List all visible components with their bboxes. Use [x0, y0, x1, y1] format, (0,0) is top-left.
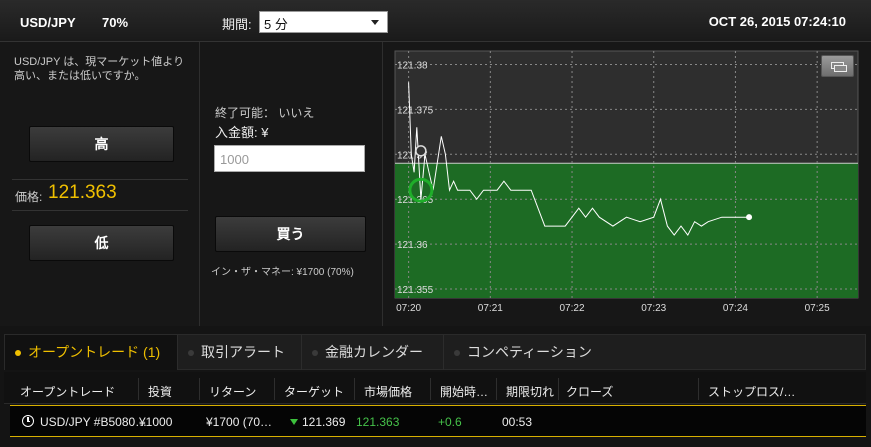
period-select[interactable]: 5 分: [259, 11, 388, 33]
y-tick-label: 121.38: [397, 60, 428, 71]
amount-label: 入金額: ¥: [215, 125, 269, 140]
low-button[interactable]: 低: [29, 225, 174, 261]
tab-open-trades[interactable]: オープントレード (1): [5, 335, 177, 370]
dot-icon: [454, 350, 460, 356]
dot-icon: [15, 350, 21, 356]
period-select-value: 5 分: [264, 17, 288, 32]
chart-expand-button[interactable]: [821, 55, 854, 77]
y-tick-label: 121.375: [397, 105, 434, 116]
x-tick-label: 07:20: [396, 303, 421, 314]
chart-svg: 121.38121.375121.37121.365121.36121.3550…: [394, 50, 859, 314]
top-bar: USD/JPY 70% 期間: 5 分 OCT 26, 2015 07:24:1…: [0, 0, 871, 42]
x-tick-label: 07:22: [560, 303, 585, 314]
trades-table-header: オープントレード 投資 リターン ターゲット 市場価格 開始時… 期限切れ クロ…: [4, 372, 866, 404]
divider: [430, 378, 431, 400]
tab-label: 取引アラート: [201, 344, 285, 360]
tab-label: 金融カレンダー: [325, 344, 423, 360]
column-header[interactable]: 投資: [148, 383, 172, 400]
column-header[interactable]: クローズ: [566, 383, 613, 400]
column-header[interactable]: ターゲット: [284, 383, 344, 400]
divider: [354, 378, 355, 400]
trade-expiry: 00:53: [502, 415, 533, 429]
column-header[interactable]: リターン: [209, 383, 256, 400]
price-label: 価格:: [15, 190, 43, 204]
trade-market-price: 121.363: [356, 415, 400, 429]
divider: [698, 378, 699, 400]
trade-open-change: +0.6: [438, 415, 462, 429]
divider: [12, 210, 188, 211]
column-header[interactable]: 市場価格: [364, 383, 412, 400]
trade-return: ¥1700 (70…: [206, 415, 273, 429]
tab-label: コンペティーション: [467, 344, 592, 360]
dot-icon: [312, 350, 318, 356]
server-datetime: OCT 26, 2015 07:24:10: [708, 14, 846, 29]
column-header[interactable]: オープントレード: [20, 383, 115, 400]
entry-marker: [415, 145, 427, 157]
y-tick-label: 121.36: [397, 240, 428, 251]
dot-icon: [188, 350, 194, 356]
order-panel: 終了可能： いいえ 入金額: ¥ 1000 買う イン・ザ・マネー: ¥1700…: [200, 42, 383, 326]
chevron-down-icon: [371, 20, 379, 25]
column-header[interactable]: 期限切れ: [506, 383, 554, 400]
last-point-marker: [746, 214, 753, 221]
buy-button[interactable]: 買う: [215, 216, 366, 252]
x-tick-label: 07:23: [641, 303, 666, 314]
arrow-down-icon: [290, 419, 298, 425]
x-tick-label: 07:24: [723, 303, 748, 314]
divider: [274, 378, 275, 400]
table-row[interactable]: USD/JPY #B5080… ¥1000 ¥1700 (70… 121.369…: [10, 405, 866, 437]
asset-pair: USD/JPY: [20, 15, 76, 30]
tab-economic-calendar[interactable]: 金融カレンダー: [301, 335, 443, 370]
x-tick-label: 07:21: [478, 303, 503, 314]
direction-question: USD/JPY は、現マーケット値より高い、または低いですか。: [14, 56, 185, 82]
divider: [496, 378, 497, 400]
divider: [558, 378, 559, 400]
bottom-tabs: オープントレード (1) 取引アラート 金融カレンダー コンペティーション: [4, 334, 866, 370]
clock-icon: [22, 415, 34, 427]
column-header[interactable]: ストップロス/…: [708, 383, 795, 400]
payout-percent: 70%: [102, 15, 129, 30]
column-header[interactable]: 開始時…: [440, 383, 488, 400]
amount-input[interactable]: 1000: [214, 145, 365, 172]
y-tick-label: 121.355: [397, 285, 434, 296]
trade-investment: ¥1000: [139, 415, 173, 429]
trade-target: 121.369: [302, 415, 346, 429]
divider: [12, 179, 188, 180]
divider: [199, 378, 200, 400]
high-button[interactable]: 高: [29, 126, 174, 162]
in-the-money-note: イン・ザ・マネー: ¥1700 (70%): [211, 267, 354, 278]
divider: [138, 378, 139, 400]
tab-label: オープントレード (1): [28, 344, 161, 360]
direction-panel: USD/JPY は、現マーケット値より高い、または低いですか。 高 価格: 12…: [0, 42, 200, 326]
price-chart[interactable]: 121.38 121.375 121.37 121.365 121.36 121.355 0…: [383, 42, 871, 326]
early-close-text: 終了可能： いいえ: [215, 106, 315, 120]
up-zone: [395, 163, 858, 298]
trade-asset: USD/JPY #B5080…: [40, 415, 148, 429]
tab-trade-alerts[interactable]: 取引アラート: [177, 335, 301, 370]
window-icon: [834, 65, 847, 72]
tab-competition[interactable]: コンペティーション: [443, 335, 613, 370]
x-tick-label: 07:25: [805, 303, 830, 314]
current-price: 121.363: [48, 182, 117, 203]
period-label: 期間:: [222, 17, 252, 32]
